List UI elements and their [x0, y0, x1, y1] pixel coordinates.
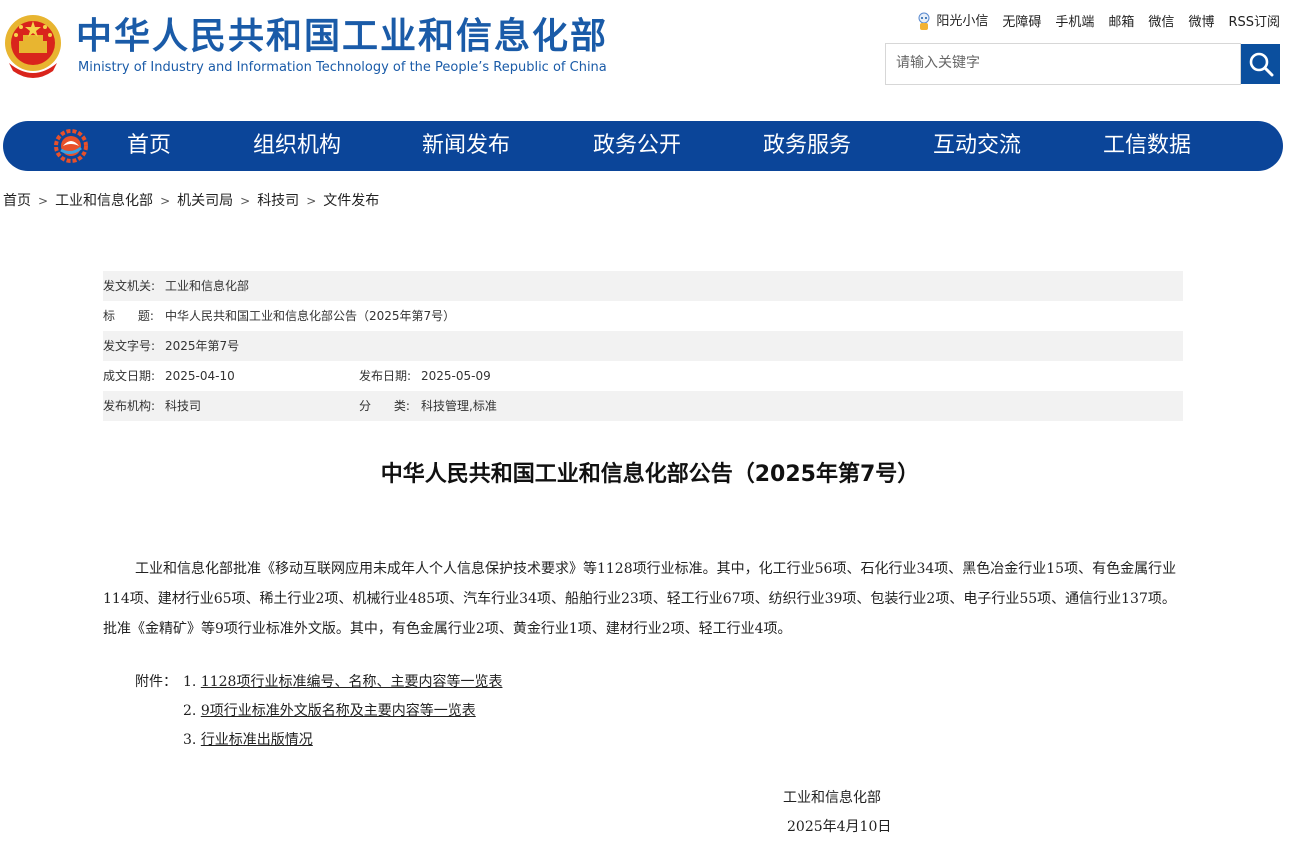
nav-interaction[interactable]: 互动交流 [933, 121, 1021, 171]
attachment-number: 2. [183, 703, 197, 719]
robot-icon [918, 12, 930, 30]
info-row-dates: 成文日期: 2025-04-10 发布日期: 2025-05-09 [103, 361, 1183, 391]
breadcrumb-item[interactable]: 文件发布 [323, 193, 379, 209]
nav-data[interactable]: 工信数据 [1103, 121, 1191, 171]
info-value: 2025-04-10 [165, 369, 235, 383]
info-label: 发文字号: [103, 339, 156, 353]
info-row-docno: 发文字号: 2025年第7号 [103, 331, 1183, 361]
attachment-link[interactable]: 行业标准出版情况 [201, 732, 313, 748]
info-label: 发布日期: [359, 369, 412, 383]
attachment-number: 1. [183, 674, 197, 690]
document-info-table: 发文机关: 工业和信息化部 标 题: 中华人民共和国工业和信息化部公告（2025… [103, 271, 1183, 421]
info-value: 2025-05-09 [421, 369, 491, 383]
nav-home[interactable]: 首页 [127, 121, 171, 171]
search-icon [1249, 52, 1273, 77]
attachment-item: 2. 9项行业标准外文版名称及主要内容等一览表 [183, 699, 476, 723]
attachment-link[interactable]: 1128项行业标准编号、名称、主要内容等一览表 [201, 674, 503, 690]
breadcrumb-separator: > [160, 194, 171, 208]
site-title[interactable]: 中华人民共和国工业和信息化部 [76, 15, 608, 59]
search-button[interactable] [1241, 44, 1280, 84]
info-value: 中华人民共和国工业和信息化部公告（2025年第7号） [165, 309, 456, 323]
info-label: 标 题: [103, 309, 154, 323]
toplink-label: 阳光小信 [936, 14, 989, 29]
info-value: 工业和信息化部 [165, 279, 250, 293]
nav-news[interactable]: 新闻发布 [422, 121, 510, 171]
breadcrumb-item[interactable]: 科技司 [257, 193, 299, 209]
info-value: 科技管理,标准 [421, 399, 497, 413]
attachments-label: 附件： [135, 674, 177, 690]
attachment-item: 1. 1128项行业标准编号、名称、主要内容等一览表 [183, 670, 502, 694]
signature: 工业和信息化部 [783, 790, 881, 806]
nav-gov-affairs[interactable]: 政务公开 [593, 121, 681, 171]
article-body: 工业和信息化部批准《移动互联网应用未成年人个人信息保护技术要求》等1128项行业… [103, 561, 1177, 637]
toplink-wechat[interactable]: 微信 [1148, 11, 1174, 30]
breadcrumb-item[interactable]: 工业和信息化部 [55, 193, 153, 209]
nav-organization[interactable]: 组织机构 [253, 121, 341, 171]
info-row-title: 标 题: 中华人民共和国工业和信息化部公告（2025年第7号） [103, 301, 1183, 331]
toplink-weibo[interactable]: 微博 [1188, 11, 1214, 30]
toplink-accessibility[interactable]: 无障碍 [1002, 11, 1041, 30]
toplink-mail[interactable]: 邮箱 [1108, 11, 1134, 30]
breadcrumb: 首页 > 工业和信息化部 > 机关司局 > 科技司 > 文件发布 [3, 190, 379, 212]
national-emblem-icon [5, 15, 61, 78]
main-nav: 首页 组织机构 新闻发布 政务公开 政务服务 互动交流 工信数据 [3, 121, 1283, 171]
attachment-item: 3. 行业标准出版情况 [183, 728, 313, 752]
breadcrumb-separator: > [240, 194, 251, 208]
search-box [885, 43, 1241, 85]
info-label: 分 类: [359, 399, 410, 413]
breadcrumb-separator: > [306, 194, 317, 208]
article-title: 中华人民共和国工业和信息化部公告（2025年第7号） [380, 462, 920, 487]
info-value: 科技司 [165, 399, 202, 413]
info-row-issuer: 发文机关: 工业和信息化部 [103, 271, 1183, 301]
breadcrumb-item[interactable]: 首页 [3, 193, 31, 209]
attachment-link[interactable]: 9项行业标准外文版名称及主要内容等一览表 [201, 703, 476, 719]
top-links: 阳光小信 无障碍 手机端 邮箱 微信 微博 RSS订阅 [916, 10, 1280, 32]
info-label: 发文机关: [103, 279, 156, 293]
info-value: 2025年第7号 [165, 339, 240, 353]
ministry-logo-icon [54, 129, 88, 163]
toplink-rss[interactable]: RSS订阅 [1228, 11, 1280, 30]
toplink-mobile[interactable]: 手机端 [1055, 11, 1094, 30]
signature-date: 2025年4月10日 [787, 819, 892, 835]
site-title-english[interactable]: Ministry of Industry and Information Tec… [78, 60, 607, 75]
search-input[interactable] [886, 44, 1236, 82]
toplink-sunshine[interactable]: 阳光小信 [916, 10, 988, 32]
attachment-number: 3. [183, 732, 197, 748]
breadcrumb-separator: > [38, 194, 49, 208]
breadcrumb-item[interactable]: 机关司局 [177, 193, 233, 209]
info-label: 发布机构: [103, 399, 156, 413]
info-row-org: 发布机构: 科技司 分 类: 科技管理,标准 [103, 391, 1183, 421]
nav-gov-services[interactable]: 政务服务 [763, 121, 851, 171]
info-label: 成文日期: [103, 369, 156, 383]
